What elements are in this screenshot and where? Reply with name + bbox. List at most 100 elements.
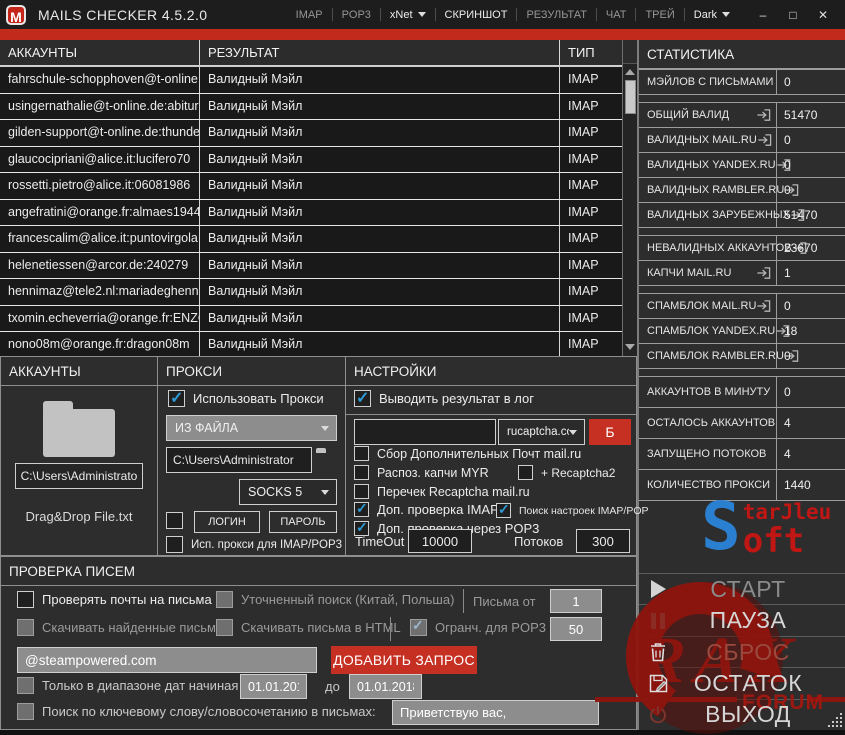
menu-theme[interactable]: Dark <box>685 9 739 21</box>
actions-panel: СТАРТ ПАУЗА СБРОС ОСТАТОК ВЫХОД <box>639 573 845 730</box>
menu-pop3[interactable]: POP3 <box>333 9 380 21</box>
download-mail-checkbox[interactable] <box>17 619 34 636</box>
menu-tray[interactable]: ТРЕЙ <box>636 9 683 21</box>
resize-grip[interactable] <box>828 713 842 727</box>
table-row[interactable]: txomin.echeverria@orange.fr:ENZO2 Валидн… <box>0 305 622 332</box>
pop3-limit-checkbox[interactable] <box>410 617 427 636</box>
keyword-input[interactable] <box>392 700 599 725</box>
scroll-up-icon[interactable] <box>625 69 635 75</box>
imap-check-checkbox[interactable] <box>354 500 369 517</box>
cell-account: francescalim@alice.it:puntovirgola <box>0 226 200 252</box>
cell-result: Валидный Мэйл <box>200 173 560 199</box>
stat-row: ВАЛИДНЫХ YANDEX.RU 0 <box>639 152 845 177</box>
add-query-button[interactable]: ДОБАВИТЬ ЗАПРОС <box>331 646 477 674</box>
recaptcha2-checkbox[interactable] <box>518 465 533 480</box>
col-header-type[interactable]: ТИП <box>560 40 622 65</box>
minimize-button[interactable]: – <box>749 2 777 28</box>
cell-account: nono08m@orange.fr:dragon08m <box>0 332 200 356</box>
cell-result: Валидный Мэйл <box>200 120 560 146</box>
cell-result: Валидный Мэйл <box>200 199 560 225</box>
export-icon[interactable] <box>756 299 771 313</box>
captcha-recognize-checkbox[interactable] <box>354 465 369 480</box>
menu-result[interactable]: РЕЗУЛЬТАТ <box>517 9 595 21</box>
captcha-key-input[interactable] <box>354 419 496 445</box>
pop3-limit-input[interactable] <box>550 617 602 641</box>
table-row[interactable]: helenetiessen@arcor.de:240279 Валидный М… <box>0 252 622 279</box>
col-header-result[interactable]: РЕЗУЛЬТАТ <box>200 40 560 65</box>
password-button[interactable]: ПАРОЛЬ <box>269 511 337 533</box>
proxy-source-select[interactable]: ИЗ ФАЙЛА <box>166 415 337 441</box>
menu-xnet[interactable]: xNet <box>381 9 435 21</box>
table-row[interactable]: hennimaz@tele2.nl:mariadeghennim Валидны… <box>0 279 622 306</box>
use-proxy-checkbox[interactable] <box>168 388 185 408</box>
date-to-input[interactable] <box>349 674 422 699</box>
cell-type: IMAP <box>568 310 599 325</box>
pause-button[interactable]: ПАУЗА <box>639 604 845 635</box>
menu-screenshot[interactable]: СКРИНШОТ <box>436 9 517 21</box>
maximize-button[interactable]: □ <box>779 2 807 28</box>
timeout-label: TimeOut <box>355 534 405 549</box>
proxy-panel-title: ПРОКСИ <box>158 357 345 386</box>
accounts-file-path[interactable]: C:\Users\Administrato <box>15 463 143 489</box>
titlebar-menu: IMAP POP3 xNet СКРИНШОТ РЕЗУЛЬТАТ ЧАТ ТР… <box>287 0 739 29</box>
proxy-auth-checkbox[interactable] <box>166 512 183 529</box>
stat-row: НЕВАЛИДНЫХ АККАУНТОВ 23670 <box>639 235 845 260</box>
refined-search-checkbox[interactable] <box>216 591 233 608</box>
stat-row: ОБЩИЙ ВАЛИД 51470 <box>639 102 845 127</box>
table-row[interactable]: fahrschule-schopphoven@t-online.d Валидн… <box>0 67 622 94</box>
imap-settings-search-checkbox[interactable] <box>496 501 511 518</box>
mailcheck-panel: ПРОВЕРКА ПИСЕМ Проверять почты на письма… <box>0 556 637 730</box>
table-row[interactable]: usingernathalie@t-online.de:abitur Валид… <box>0 93 622 120</box>
timeout-input[interactable] <box>408 529 472 553</box>
log-output-checkbox[interactable] <box>354 388 371 408</box>
balance-button[interactable]: Б <box>589 419 631 445</box>
cell-result: Валидный Мэйл <box>200 67 560 93</box>
proxy-type-select[interactable]: SOCKS 5 <box>239 479 337 505</box>
table-row[interactable]: gilden-support@t-online.de:thunder Валид… <box>0 120 622 147</box>
cell-result: Валидный Мэйл <box>200 146 560 172</box>
export-icon[interactable] <box>756 266 771 280</box>
check-mail-checkbox[interactable] <box>17 591 34 608</box>
query-input[interactable] <box>17 647 317 673</box>
cell-account: hennimaz@tele2.nl:mariadeghennim <box>0 279 200 305</box>
stat-row: ВАЛИДНЫХ MAIL.RU 0 <box>639 127 845 152</box>
cell-account: fahrschule-schopphoven@t-online.d <box>0 67 200 93</box>
cell-account: helenetiessen@arcor.de:240279 <box>0 252 200 278</box>
collect-extra-mail-checkbox[interactable] <box>354 446 369 461</box>
cell-type: IMAP <box>568 204 599 219</box>
export-icon[interactable] <box>756 108 771 122</box>
recheck-recaptcha-checkbox[interactable] <box>354 484 369 499</box>
table-row[interactable]: francescalim@alice.it:puntovirgola Валид… <box>0 226 622 253</box>
exit-button[interactable]: ВЫХОД <box>639 698 845 730</box>
table-row[interactable]: angefratini@orange.fr:almaes1944 Валидны… <box>0 199 622 226</box>
threads-input[interactable] <box>576 529 630 553</box>
stat-row: СПАМБЛОК MAIL.RU 0 <box>639 293 845 318</box>
table-row[interactable]: rossetti.pietro@alice.it:06081986 Валидн… <box>0 173 622 200</box>
start-button[interactable]: СТАРТ <box>639 573 845 604</box>
reset-button[interactable]: СБРОС <box>639 635 845 667</box>
close-button[interactable]: ✕ <box>809 2 837 28</box>
date-from-input[interactable] <box>240 674 307 699</box>
download-html-checkbox[interactable] <box>216 619 233 636</box>
captcha-service-select[interactable]: rucaptcha.co <box>498 419 585 445</box>
folder-icon[interactable] <box>43 401 115 457</box>
cell-account: glaucocipriani@alice.it:lucifero70 <box>0 146 200 172</box>
proxy-for-imap-checkbox[interactable] <box>166 536 183 553</box>
scroll-down-icon[interactable] <box>625 344 635 350</box>
login-button[interactable]: ЛОГИН <box>194 511 260 533</box>
col-header-accounts[interactable]: АККАУНТЫ <box>0 40 200 65</box>
date-range-checkbox[interactable] <box>17 677 34 694</box>
menu-chat[interactable]: ЧАТ <box>597 9 636 21</box>
export-icon[interactable] <box>757 133 772 147</box>
keyword-search-checkbox[interactable] <box>17 703 34 720</box>
letters-from-input[interactable] <box>550 589 602 613</box>
scroll-thumb[interactable] <box>624 80 636 114</box>
proxy-path-input[interactable] <box>166 447 312 473</box>
titlebar: M MAILS CHECKER 4.5.2.0 IMAP POP3 xNet С… <box>0 0 845 29</box>
remainder-button[interactable]: ОСТАТОК <box>639 667 845 698</box>
stat-row: ЗАПУЩЕНО ПОТОКОВ 4 <box>639 438 845 469</box>
table-row[interactable]: glaucocipriani@alice.it:lucifero70 Валид… <box>0 146 622 173</box>
table-row[interactable]: nono08m@orange.fr:dragon08m Валидный Мэй… <box>0 332 622 356</box>
table-scrollbar[interactable] <box>622 40 637 356</box>
menu-imap[interactable]: IMAP <box>287 9 332 21</box>
